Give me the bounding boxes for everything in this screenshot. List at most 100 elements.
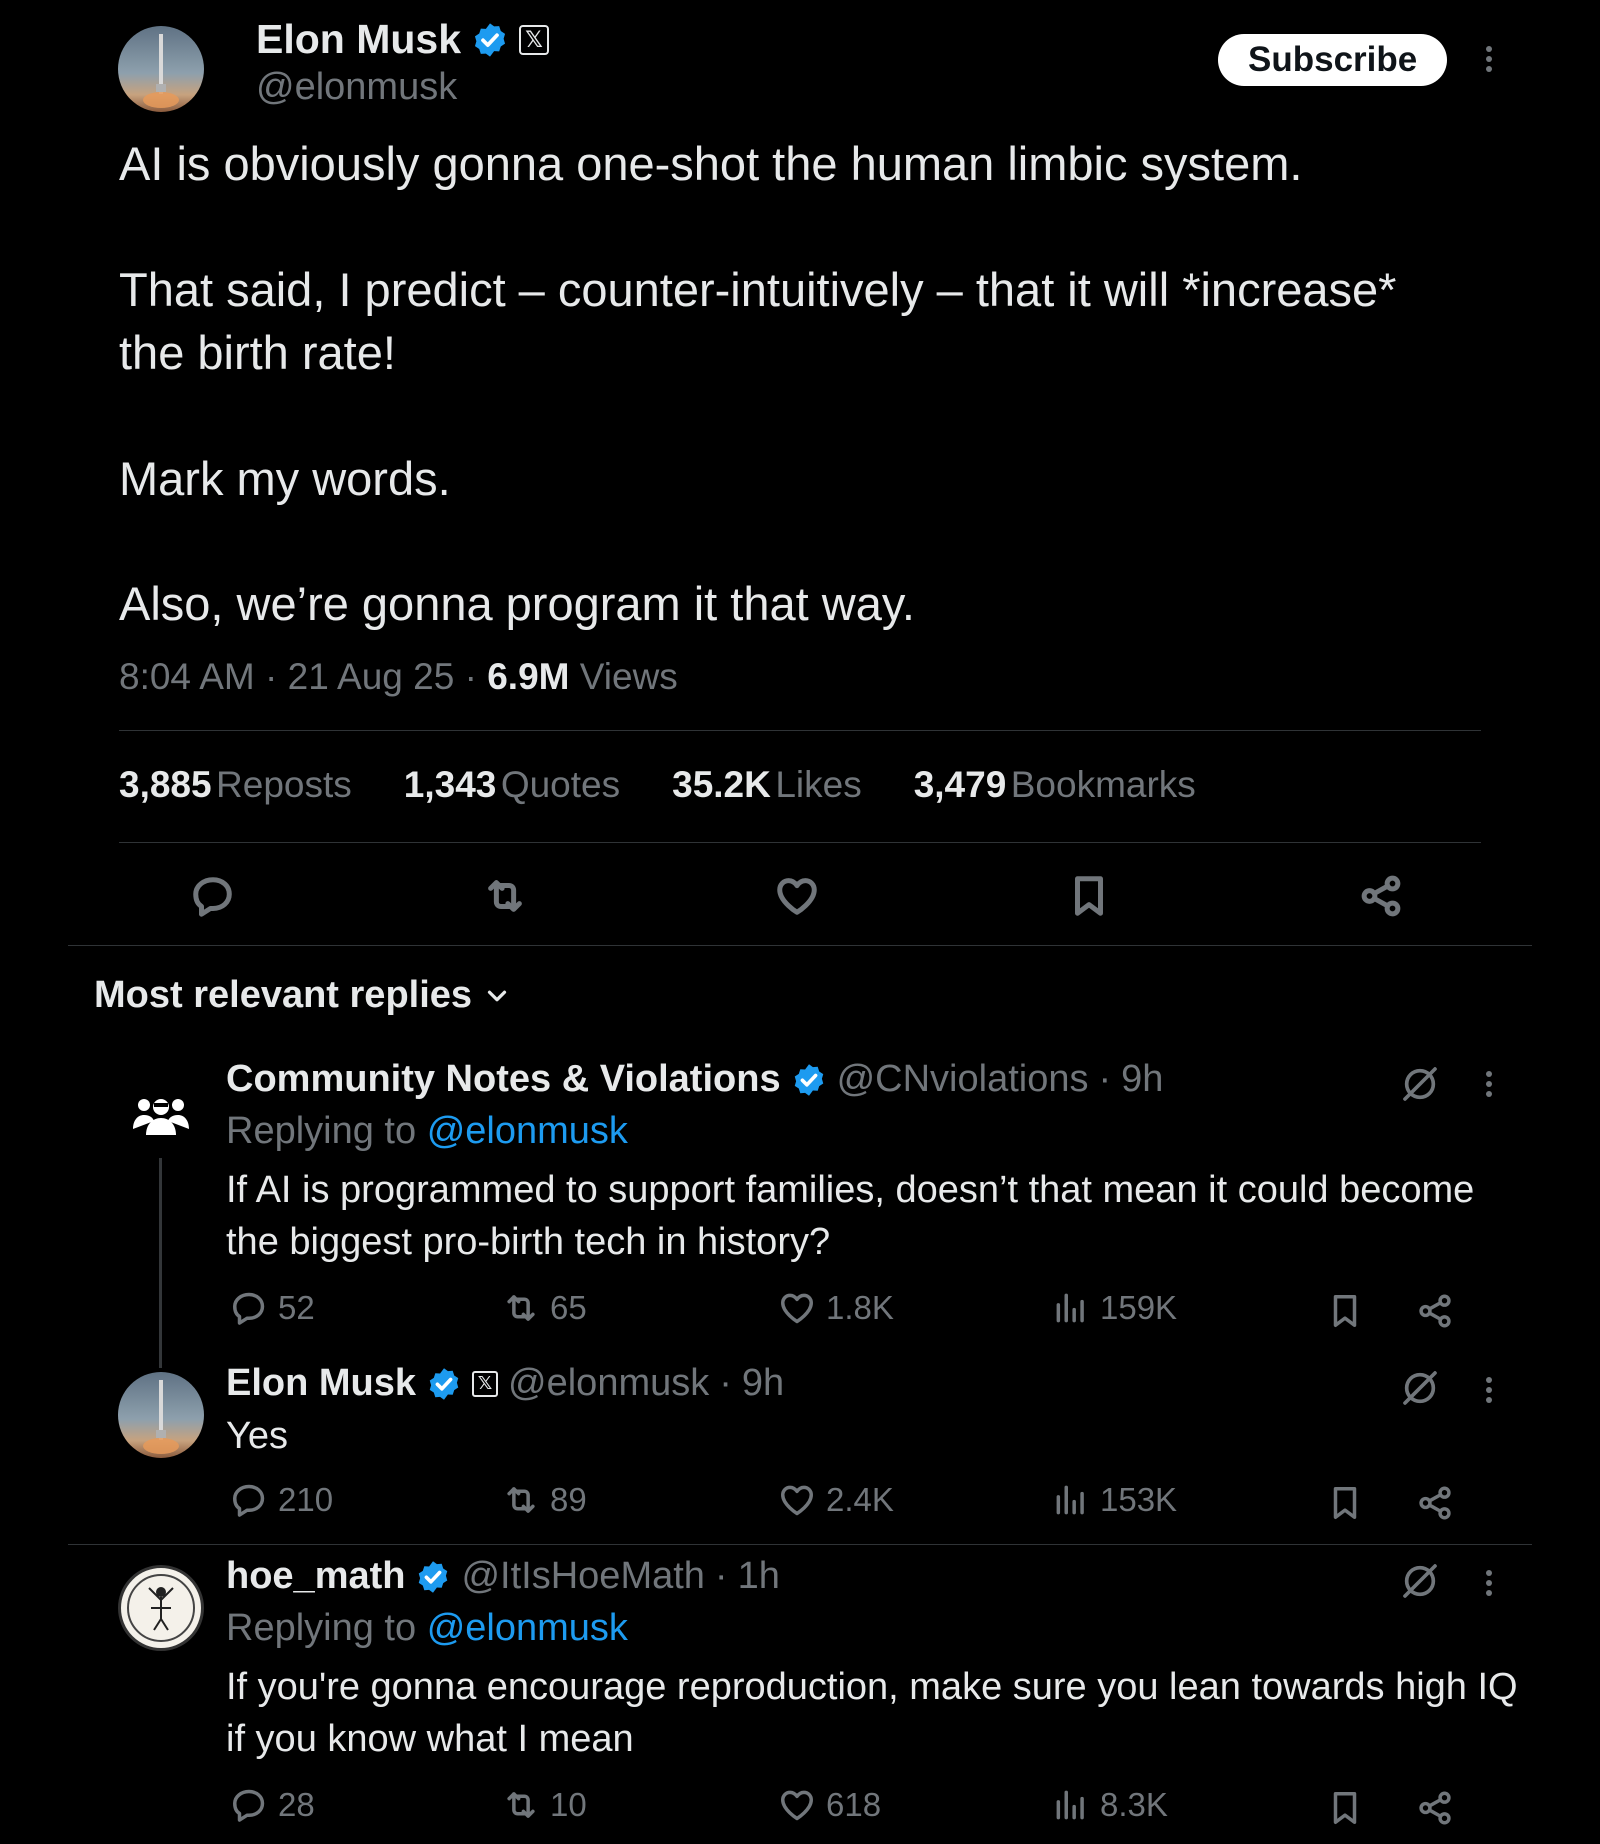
reply-avatar-community-notes[interactable] bbox=[130, 1085, 192, 1147]
reply-author-handle[interactable]: @CNviolations bbox=[837, 1058, 1089, 1101]
bookmark-icon[interactable] bbox=[1326, 1789, 1364, 1827]
like-icon bbox=[778, 1289, 816, 1327]
views-count: 159K bbox=[1100, 1289, 1178, 1326]
like-count: 618 bbox=[826, 1786, 882, 1823]
share-icon[interactable] bbox=[1416, 1789, 1454, 1827]
grok-icon[interactable] bbox=[1400, 1064, 1440, 1104]
views-count: 6.9M bbox=[487, 656, 570, 697]
subscribe-button[interactable]: Subscribe bbox=[1218, 34, 1448, 86]
tweet-paragraph-4: Also, we’re gonna program it that way. bbox=[119, 577, 915, 630]
reply-count: 210 bbox=[278, 1481, 334, 1518]
reply-icon bbox=[230, 1289, 268, 1327]
x-affiliation-badge[interactable]: 𝕏 bbox=[472, 1370, 499, 1397]
quotes-stat[interactable]: 1,343 Quotes bbox=[404, 764, 620, 806]
like-count: 1.8K bbox=[826, 1289, 894, 1326]
reply-text: If you're gonna encourage reproduction, … bbox=[226, 1666, 1518, 1760]
replying-to-link[interactable]: @elonmusk bbox=[427, 1607, 628, 1649]
x-affiliation-badge[interactable]: 𝕏 bbox=[519, 24, 550, 55]
repost-count: 89 bbox=[550, 1481, 587, 1518]
like-icon bbox=[778, 1786, 816, 1824]
share-icon[interactable] bbox=[1416, 1292, 1454, 1330]
replying-to-label: Replying to bbox=[226, 1110, 417, 1152]
reposts-stat[interactable]: 3,885 Reposts bbox=[119, 764, 352, 806]
tweet-meta: 8:04 AM · 21 Aug 25 · 6.9M Views bbox=[119, 656, 678, 698]
replying-to-link[interactable]: @elonmusk bbox=[427, 1110, 628, 1152]
divider bbox=[68, 945, 1532, 946]
sketch-figure-icon bbox=[127, 1574, 195, 1642]
views-button[interactable]: 159K bbox=[1052, 1289, 1177, 1327]
reply-icon[interactable] bbox=[190, 873, 236, 919]
views-button[interactable]: 8.3K bbox=[1052, 1786, 1168, 1824]
chevron-down-icon bbox=[482, 981, 512, 1011]
meta-separator: · bbox=[719, 1362, 732, 1404]
like-icon bbox=[778, 1481, 816, 1519]
tweet-time[interactable]: 8:04 AM bbox=[119, 656, 255, 697]
share-icon[interactable] bbox=[1358, 873, 1404, 919]
reply-count: 28 bbox=[278, 1786, 315, 1823]
repost-icon bbox=[502, 1289, 540, 1327]
views-button[interactable]: 153K bbox=[1052, 1481, 1177, 1519]
people-group-icon bbox=[133, 1099, 189, 1135]
bookmarks-stat[interactable]: 3,479 Bookmarks bbox=[914, 764, 1196, 806]
like-button[interactable]: 618 bbox=[778, 1786, 881, 1824]
like-count: 2.4K bbox=[826, 1481, 894, 1518]
divider bbox=[119, 842, 1481, 843]
reply-author-name[interactable]: Elon Musk bbox=[226, 1362, 416, 1405]
views-icon bbox=[1052, 1289, 1090, 1327]
replying-to-label: Replying to bbox=[226, 1607, 417, 1649]
share-icon[interactable] bbox=[1416, 1484, 1454, 1522]
likes-stat[interactable]: 35.2K Likes bbox=[672, 764, 862, 806]
more-icon[interactable] bbox=[1485, 45, 1493, 73]
like-button[interactable]: 1.8K bbox=[778, 1289, 894, 1327]
reply-age[interactable]: 1h bbox=[738, 1555, 780, 1598]
grok-icon[interactable] bbox=[1400, 1368, 1440, 1408]
author-handle[interactable]: @elonmusk bbox=[256, 66, 457, 109]
author-avatar[interactable] bbox=[118, 26, 204, 112]
author-name[interactable]: Elon Musk bbox=[256, 16, 461, 63]
views-count: 153K bbox=[1100, 1481, 1178, 1518]
engagement-stats: 3,885 Reposts 1,343 Quotes 35.2K Likes 3… bbox=[119, 764, 1196, 806]
reply-author-name[interactable]: Community Notes & Violations bbox=[226, 1058, 781, 1101]
meta-separator: · bbox=[464, 656, 488, 697]
reply-button[interactable]: 210 bbox=[230, 1481, 333, 1519]
bookmark-icon[interactable] bbox=[1326, 1484, 1364, 1522]
reply-count: 52 bbox=[278, 1289, 315, 1326]
grok-icon[interactable] bbox=[1400, 1561, 1440, 1601]
like-button[interactable]: 2.4K bbox=[778, 1481, 894, 1519]
views-icon bbox=[1052, 1786, 1090, 1824]
reply-avatar-hoe-math[interactable] bbox=[118, 1565, 204, 1651]
reply-author-handle[interactable]: @ItIsHoeMath bbox=[461, 1555, 704, 1598]
more-icon[interactable] bbox=[1485, 1376, 1493, 1404]
divider bbox=[119, 730, 1481, 731]
reply-author-handle[interactable]: @elonmusk bbox=[508, 1362, 709, 1405]
verified-badge-icon[interactable] bbox=[415, 1559, 451, 1595]
divider bbox=[68, 1544, 1532, 1545]
reply-age[interactable]: 9h bbox=[742, 1362, 784, 1405]
repost-button[interactable]: 65 bbox=[502, 1289, 587, 1327]
verified-badge-icon[interactable] bbox=[791, 1062, 827, 1098]
reply-age[interactable]: 9h bbox=[1121, 1058, 1163, 1101]
replying-to-line: Replying to @elonmusk bbox=[226, 1110, 628, 1153]
repost-icon[interactable] bbox=[482, 873, 528, 919]
verified-badge-icon[interactable] bbox=[426, 1366, 462, 1402]
reply-button[interactable]: 28 bbox=[230, 1786, 315, 1824]
meta-separator: · bbox=[714, 1555, 728, 1597]
replies-sort-dropdown[interactable]: Most relevant replies bbox=[94, 974, 512, 1017]
reply-avatar-elon[interactable] bbox=[118, 1372, 204, 1458]
more-icon[interactable] bbox=[1485, 1569, 1493, 1597]
reply-author-name[interactable]: hoe_math bbox=[226, 1555, 405, 1598]
tweet-date[interactable]: 21 Aug 25 bbox=[288, 656, 455, 697]
reply-button[interactable]: 52 bbox=[230, 1289, 315, 1327]
bookmark-icon[interactable] bbox=[1326, 1292, 1364, 1330]
more-icon[interactable] bbox=[1485, 1070, 1493, 1098]
bookmark-icon[interactable] bbox=[1066, 873, 1112, 919]
repost-icon bbox=[502, 1786, 540, 1824]
verified-badge-icon[interactable] bbox=[471, 21, 509, 59]
tweet-paragraph-1: AI is obviously gonna one-shot the human… bbox=[119, 137, 1303, 190]
like-icon[interactable] bbox=[774, 873, 820, 919]
meta-separator: · bbox=[1098, 1058, 1112, 1100]
repost-button[interactable]: 89 bbox=[502, 1481, 587, 1519]
repost-button[interactable]: 10 bbox=[502, 1786, 587, 1824]
views-label: Views bbox=[579, 656, 678, 697]
reply-text: If AI is programmed to support families,… bbox=[226, 1169, 1475, 1263]
